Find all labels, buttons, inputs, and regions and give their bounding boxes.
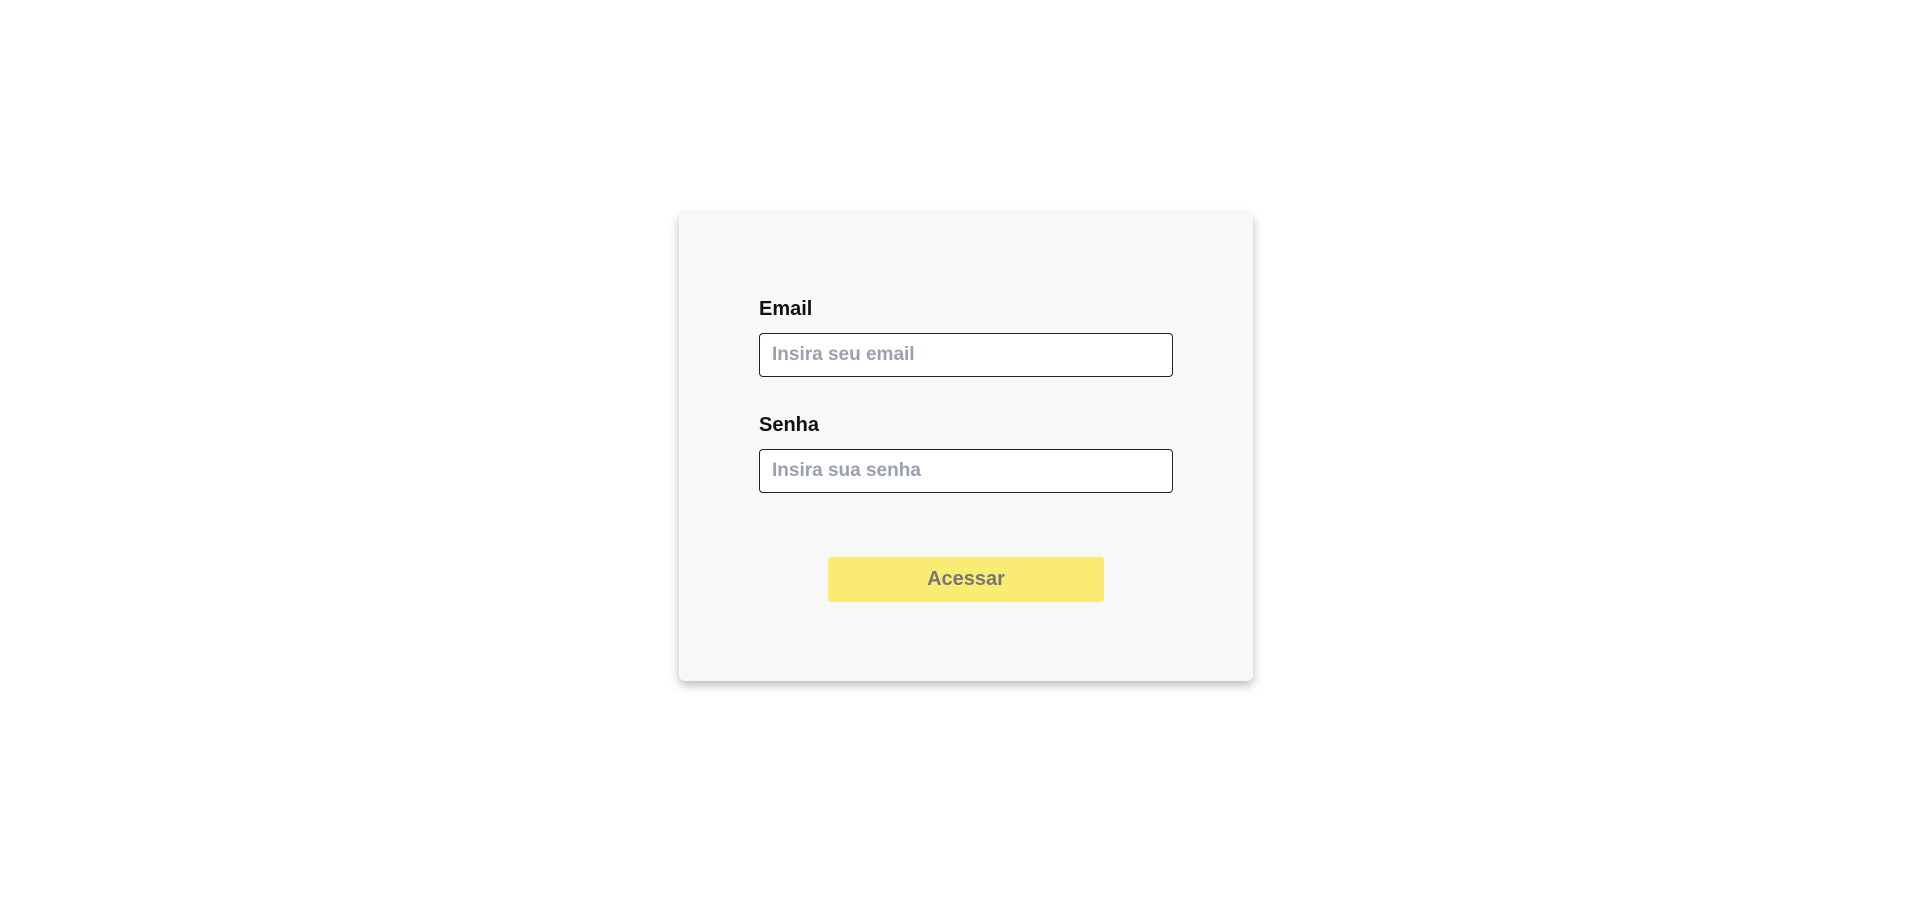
password-field[interactable]	[759, 449, 1173, 493]
form-actions: Acessar	[759, 557, 1173, 602]
access-button[interactable]: Acessar	[828, 557, 1104, 602]
login-card: Email Senha Acessar	[679, 213, 1253, 681]
email-field-group: Email	[759, 297, 1173, 377]
password-field-group: Senha	[759, 413, 1173, 493]
email-label: Email	[759, 298, 813, 320]
email-field[interactable]	[759, 333, 1173, 377]
login-page: Email Senha Acessar	[0, 0, 1920, 917]
password-label: Senha	[759, 414, 820, 436]
